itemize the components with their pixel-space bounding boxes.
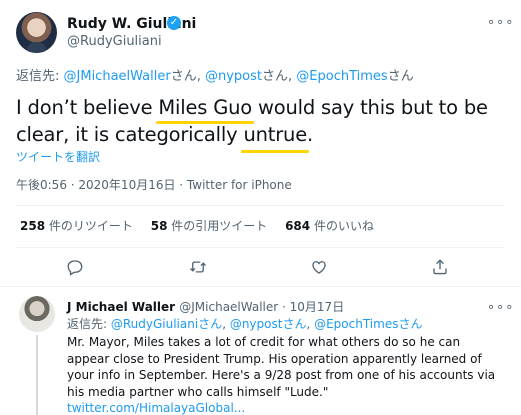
tweet-stats: 258 件のリツイート 58 件の引用ツイート 684 件のいいね	[20, 219, 388, 234]
reply-user-link-2[interactable]: @nypost	[205, 69, 262, 84]
divider	[16, 247, 505, 248]
tweet-timestamp[interactable]: 午後0:56 · 2020年10月16日 · Twitter for iPhon…	[16, 178, 292, 193]
reply-user-link-3[interactable]: @EpochTimes	[296, 69, 387, 84]
reply-reply-user-link-2[interactable]: @nypostさん	[230, 317, 307, 331]
author-avatar[interactable]	[16, 12, 57, 53]
tweet-text: I don’t believe Miles Guo would say this…	[16, 94, 511, 153]
quote-count[interactable]: 58 件の引用ツイート	[151, 219, 268, 234]
retweet-count[interactable]: 258 件のリツイート	[20, 219, 133, 234]
reply-author-avatar[interactable]	[19, 296, 55, 332]
reply-dot: ·	[278, 300, 290, 314]
reply-user-link-1[interactable]: @JMichaelWaller	[64, 69, 171, 84]
more-options-icon[interactable]: ∘∘∘	[487, 16, 514, 29]
tweet-text-part-1: I don’t believe	[16, 96, 159, 119]
reply-author-handle[interactable]: @JMichaelWaller	[179, 300, 278, 314]
tweet-text-part-3: .	[307, 123, 313, 146]
reply-replying-to: 返信先: @RudyGiulianiさん, @nypostさん, @EpochT…	[67, 317, 423, 331]
replying-to: 返信先: @JMichaelWallerさん, @nypostさん, @Epoc…	[16, 69, 414, 85]
share-icon[interactable]	[426, 258, 454, 278]
reply-date[interactable]: 10月17日	[290, 300, 345, 314]
verified-badge-icon: ✓	[167, 16, 181, 30]
reply-replying-prefix: 返信先:	[67, 317, 111, 331]
replying-prefix: 返信先:	[16, 69, 64, 84]
retweet-icon[interactable]	[184, 258, 212, 278]
reply-link[interactable]: twitter.com/HimalayaGlobal...	[67, 401, 245, 415]
divider	[16, 205, 505, 206]
separator-1: ,	[196, 69, 205, 84]
highlighted-word: untrue	[241, 123, 309, 153]
reply-author-name[interactable]: J Michael Waller	[67, 300, 175, 314]
like-count[interactable]: 684 件のいいね	[285, 219, 374, 234]
reply-more-options-icon[interactable]: ∘∘∘	[487, 301, 514, 314]
like-icon[interactable]	[305, 258, 333, 278]
honorific-1: さん	[170, 69, 197, 84]
reply-text-body: Mr. Mayor, Miles takes a lot of credit f…	[67, 335, 496, 399]
divider	[0, 286, 521, 287]
honorific-2: さん	[262, 69, 289, 84]
highlighted-name: Miles Guo	[156, 96, 254, 124]
reply-icon[interactable]	[61, 258, 89, 278]
author-handle[interactable]: @RudyGiuliani	[67, 34, 162, 50]
reply-reply-user-link-1[interactable]: @RudyGiulianiさん	[111, 317, 222, 331]
honorific-3: さん	[387, 69, 414, 84]
reply-text: Mr. Mayor, Miles takes a lot of credit f…	[67, 334, 503, 415]
reply-reply-user-link-3[interactable]: @EpochTimesさん	[314, 317, 422, 331]
thread-line	[36, 335, 38, 415]
reply-author-line: J Michael Waller @JMichaelWaller · 10月17…	[67, 300, 344, 315]
translate-tweet-link[interactable]: ツイートを翻訳	[16, 150, 100, 165]
